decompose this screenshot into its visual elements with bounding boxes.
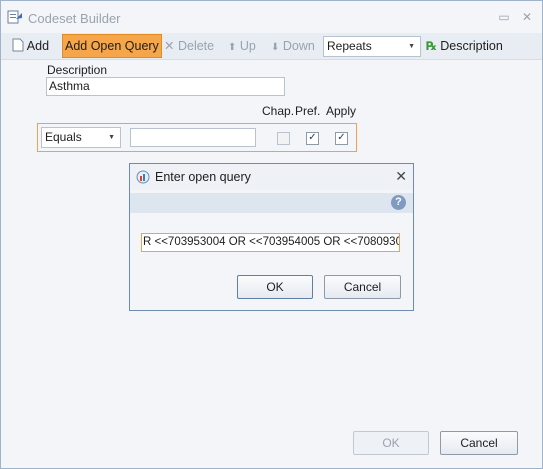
- description-input[interactable]: Asthma: [46, 77, 285, 96]
- app-icon: [7, 10, 22, 24]
- delete-icon: ✕: [164, 39, 175, 53]
- pref-checkbox[interactable]: ✓: [306, 132, 319, 145]
- pref-column-label: Pref.: [295, 104, 321, 118]
- rx-icon: ℞: [426, 39, 437, 53]
- open-query-input[interactable]: R <<703953004 OR <<703954005 OR <<708093…: [141, 233, 400, 252]
- dialog-close-icon[interactable]: ✕: [395, 168, 407, 185]
- codeset-builder-window: Codeset Builder ▭ ✕ Add Add Open Query ✕…: [0, 0, 543, 469]
- chap-checkbox[interactable]: [277, 132, 290, 145]
- ok-button[interactable]: OK: [353, 431, 429, 455]
- chevron-down-icon: ▼: [108, 134, 115, 141]
- up-label: Up: [239, 39, 256, 53]
- arrow-down-icon: ⬇: [271, 42, 280, 53]
- open-query-dialog: Enter open query ✕ ? R <<703953004 OR <<…: [129, 163, 414, 311]
- apply-checkbox[interactable]: ✓: [335, 132, 348, 145]
- up-button[interactable]: ⬆ Up: [228, 35, 256, 57]
- arrow-up-icon: ⬆: [228, 42, 237, 53]
- description-label: Description: [440, 39, 503, 53]
- description-field-label: Description: [47, 63, 108, 77]
- operator-value: Equals: [45, 130, 82, 144]
- dialog-title: Enter open query: [155, 170, 251, 184]
- criteria-row: Equals ▼ ✓ ✓: [37, 123, 357, 152]
- dialog-cancel-button[interactable]: Cancel: [324, 275, 401, 299]
- new-document-icon: [12, 38, 24, 52]
- dialog-ok-button[interactable]: OK: [237, 275, 313, 299]
- title-bar: Codeset Builder ▭ ✕: [1, 1, 542, 33]
- chevron-down-icon: ▼: [408, 43, 415, 50]
- help-bar: ?: [130, 193, 413, 213]
- window-title: Codeset Builder: [28, 11, 121, 26]
- add-open-query-label: Add Open Query: [65, 39, 159, 53]
- dialog-title-bar: Enter open query ✕: [130, 164, 413, 190]
- description-button[interactable]: ℞ Description: [426, 35, 503, 57]
- delete-button[interactable]: ✕ Delete: [164, 35, 214, 57]
- add-open-query-button[interactable]: Add Open Query: [62, 34, 162, 58]
- repeats-value: Repeats: [327, 39, 372, 53]
- chap-column-label: Chap.: [262, 104, 295, 118]
- add-button[interactable]: Add: [12, 35, 49, 57]
- repeats-select[interactable]: Repeats ▼: [323, 36, 421, 57]
- down-label: Down: [282, 39, 315, 53]
- apply-column-label: Apply: [326, 104, 357, 118]
- minimize-icon[interactable]: ▭: [494, 8, 514, 26]
- chart-icon: [136, 170, 150, 184]
- cancel-button[interactable]: Cancel: [440, 431, 518, 455]
- close-icon[interactable]: ✕: [517, 8, 537, 26]
- toolbar: Add Add Open Query ✕ Delete ⬆ Up ⬇ Down …: [1, 33, 542, 60]
- help-icon[interactable]: ?: [391, 195, 406, 210]
- add-label: Add: [26, 39, 50, 53]
- operator-select[interactable]: Equals ▼: [41, 127, 121, 148]
- criteria-value-input[interactable]: [130, 128, 256, 147]
- delete-label: Delete: [177, 39, 215, 53]
- down-button[interactable]: ⬇ Down: [271, 35, 315, 57]
